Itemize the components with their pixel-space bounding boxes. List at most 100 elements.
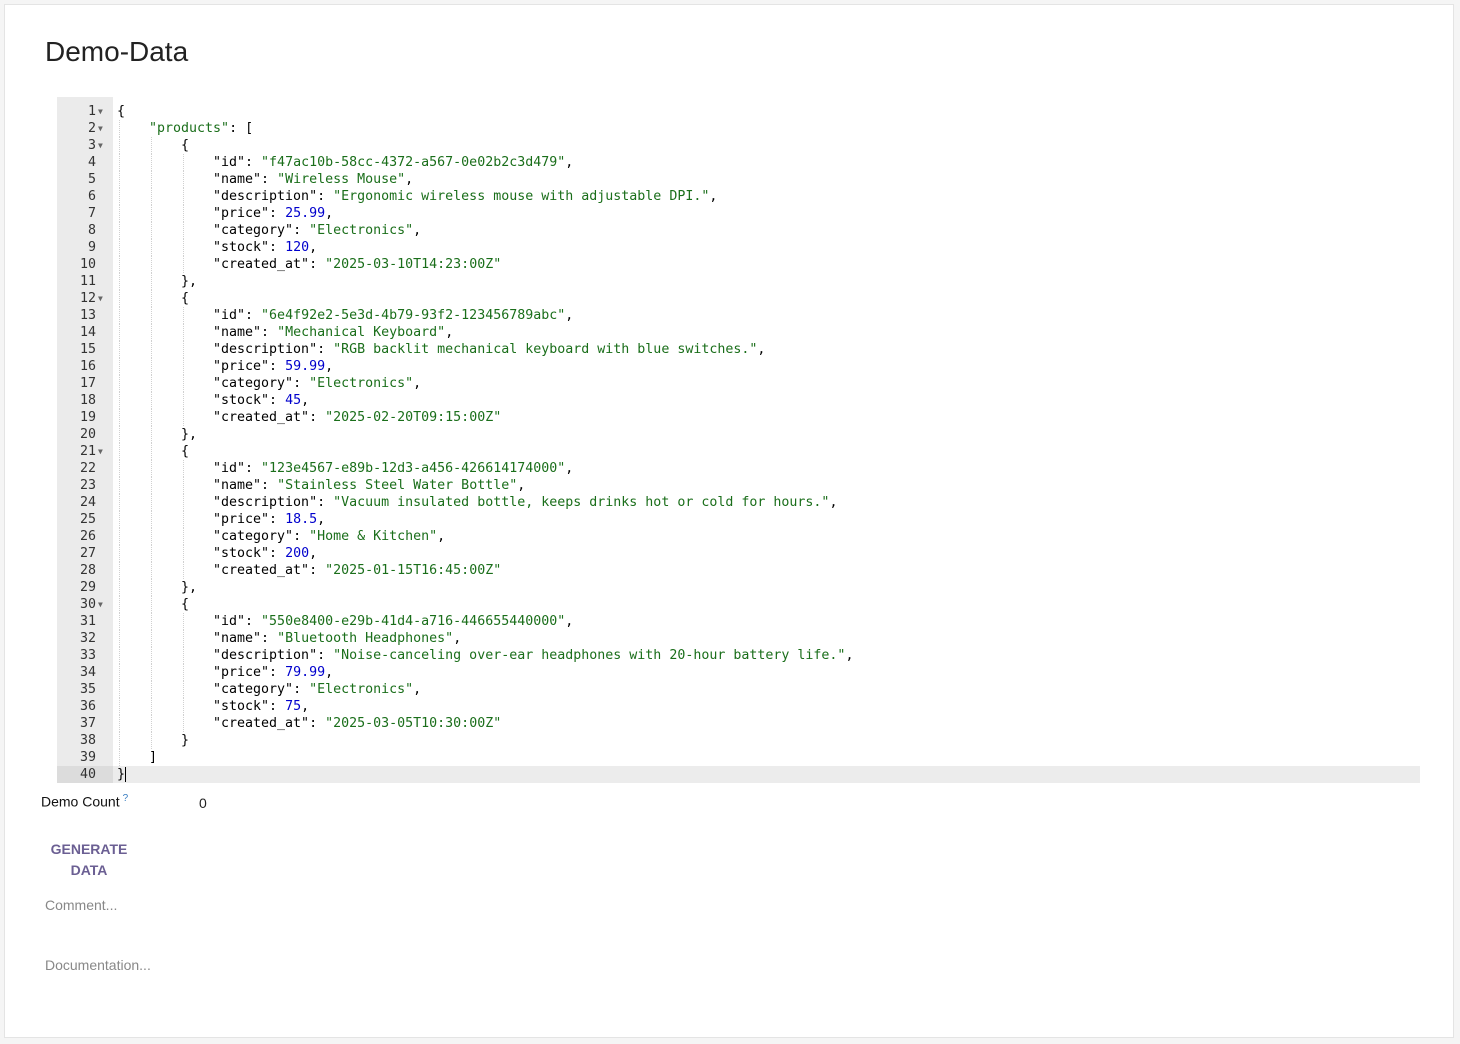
indent-guide <box>151 613 152 630</box>
line-number: 18 <box>79 393 96 408</box>
code-line[interactable]: 12 ▼ { <box>57 290 1420 307</box>
indent-guide <box>119 715 120 732</box>
indent-guide <box>183 188 184 205</box>
indent-guide <box>183 715 184 732</box>
code-text: { <box>117 104 126 119</box>
code-line[interactable]: 13 "id": "6e4f92e2-5e3d-4b79-93f2-1234567… <box>57 307 1420 324</box>
line-number: 2 <box>87 121 96 136</box>
code-line[interactable]: 40} <box>57 766 1420 783</box>
comment-input[interactable] <box>45 897 1145 913</box>
indent-guide <box>119 324 120 341</box>
code-line[interactable]: 14 "name": "Mechanical Keyboard", <box>57 324 1420 341</box>
fold-toggle-icon[interactable]: ▼ <box>98 290 110 307</box>
line-number: 4 <box>87 155 96 170</box>
line-number: 10 <box>79 257 96 272</box>
code-line[interactable]: 33 "description": "Noise-canceling over-e… <box>57 647 1420 664</box>
code-text: }, <box>181 274 198 289</box>
code-line[interactable]: 5 "name": "Wireless Mouse", <box>57 171 1420 188</box>
help-icon[interactable]: ? <box>123 793 129 804</box>
code-line[interactable]: 31 "id": "550e8400-e29b-41d4-a716-4466554… <box>57 613 1420 630</box>
code-text: { <box>181 444 190 459</box>
indent-guide <box>151 715 152 732</box>
indent-guide <box>151 579 152 596</box>
line-number: 1 <box>87 104 96 119</box>
indent-guide <box>151 698 152 715</box>
generate-data-button[interactable]: GENERATE DATA <box>41 839 137 881</box>
demo-count-label-text: Demo Count <box>41 793 120 810</box>
fold-toggle-icon[interactable]: ▼ <box>98 120 110 137</box>
code-line[interactable]: 39] <box>57 749 1420 766</box>
indent-guide <box>151 630 152 647</box>
code-line[interactable]: 24 "description": "Vacuum insulated bottl… <box>57 494 1420 511</box>
code-line[interactable]: 7 "price": 25.99, <box>57 205 1420 222</box>
code-line[interactable]: 18 "stock": 45, <box>57 392 1420 409</box>
indent-guide <box>183 256 184 273</box>
line-number: 27 <box>79 546 96 561</box>
code-line[interactable]: 19 "created_at": "2025-02-20T09:15:00Z" <box>57 409 1420 426</box>
code-line[interactable]: 23 "name": "Stainless Steel Water Bottle"… <box>57 477 1420 494</box>
documentation-input[interactable] <box>45 957 1145 973</box>
fold-toggle-icon[interactable]: ▼ <box>98 443 110 460</box>
line-number: 7 <box>87 206 96 221</box>
indent-guide <box>119 460 120 477</box>
code-line[interactable]: 25 "price": 18.5, <box>57 511 1420 528</box>
code-line[interactable]: 2 ▼ "products": [ <box>57 120 1420 137</box>
indent-guide <box>119 409 120 426</box>
code-text: "name": "Stainless Steel Water Bottle", <box>213 478 526 493</box>
indent-guide <box>151 545 152 562</box>
code-line[interactable]: 20}, <box>57 426 1420 443</box>
indent-guide <box>151 562 152 579</box>
line-number: 8 <box>87 223 96 238</box>
code-text: "description": "Ergonomic wireless mouse… <box>213 189 718 204</box>
code-line[interactable]: 3 ▼ { <box>57 137 1420 154</box>
code-line[interactable]: 6 "description": "Ergonomic wireless mous… <box>57 188 1420 205</box>
indent-guide <box>119 647 120 664</box>
code-line[interactable]: 32 "name": "Bluetooth Headphones", <box>57 630 1420 647</box>
code-text: "name": "Mechanical Keyboard", <box>213 325 454 340</box>
indent-guide <box>119 273 120 290</box>
code-line[interactable]: 4 "id": "f47ac10b-58cc-4372-a567-0e02b2c3… <box>57 154 1420 171</box>
code-line[interactable]: 38} <box>57 732 1420 749</box>
code-line[interactable]: 27 "stock": 200, <box>57 545 1420 562</box>
indent-guide <box>119 664 120 681</box>
code-line[interactable]: 34 "price": 79.99, <box>57 664 1420 681</box>
code-line[interactable]: 1 ▼ { <box>57 103 1420 120</box>
fold-toggle-icon[interactable]: ▼ <box>98 137 110 154</box>
line-number: 15 <box>79 342 96 357</box>
code-line[interactable]: 22 "id": "123e4567-e89b-12d3-a456-4266141… <box>57 460 1420 477</box>
line-number: 29 <box>79 580 96 595</box>
code-text: "stock": 200, <box>213 546 318 561</box>
code-line[interactable]: 26 "category": "Home & Kitchen", <box>57 528 1420 545</box>
code-line[interactable]: 15 "description": "RGB backlit mechanical… <box>57 341 1420 358</box>
code-line[interactable]: 36 "stock": 75, <box>57 698 1420 715</box>
line-number: 35 <box>79 682 96 697</box>
code-line[interactable]: 10 "created_at": "2025-03-10T14:23:00Z" <box>57 256 1420 273</box>
line-number: 13 <box>79 308 96 323</box>
indent-guide <box>119 749 120 766</box>
code-line[interactable]: 11}, <box>57 273 1420 290</box>
code-line[interactable]: 9 "stock": 120, <box>57 239 1420 256</box>
line-number: 9 <box>87 240 96 255</box>
indent-guide <box>183 528 184 545</box>
code-line[interactable]: 30 ▼ { <box>57 596 1420 613</box>
indent-guide <box>183 324 184 341</box>
code-text: "description": "Noise-canceling over-ear… <box>213 648 854 663</box>
line-number: 5 <box>87 172 96 187</box>
code-line[interactable]: 16 "price": 59.99, <box>57 358 1420 375</box>
fold-toggle-icon[interactable]: ▼ <box>98 596 110 613</box>
indent-guide <box>119 494 120 511</box>
indent-guide <box>119 256 120 273</box>
code-line[interactable]: 28 "created_at": "2025-01-15T16:45:00Z" <box>57 562 1420 579</box>
indent-guide <box>151 375 152 392</box>
code-line[interactable]: 29}, <box>57 579 1420 596</box>
line-number: 30 <box>79 597 96 612</box>
indent-guide <box>151 647 152 664</box>
code-line[interactable]: 21 ▼ { <box>57 443 1420 460</box>
code-line[interactable]: 37 "created_at": "2025-03-05T10:30:00Z" <box>57 715 1420 732</box>
fold-toggle-icon[interactable]: ▼ <box>98 103 110 120</box>
json-code-editor[interactable]: 1 ▼{2 ▼ "products": [3 ▼{4 "id": "f47ac10b-58… <box>57 97 1420 783</box>
code-line[interactable]: 17 "category": "Electronics", <box>57 375 1420 392</box>
code-text: { <box>181 138 190 153</box>
code-line[interactable]: 8 "category": "Electronics", <box>57 222 1420 239</box>
code-line[interactable]: 35 "category": "Electronics", <box>57 681 1420 698</box>
